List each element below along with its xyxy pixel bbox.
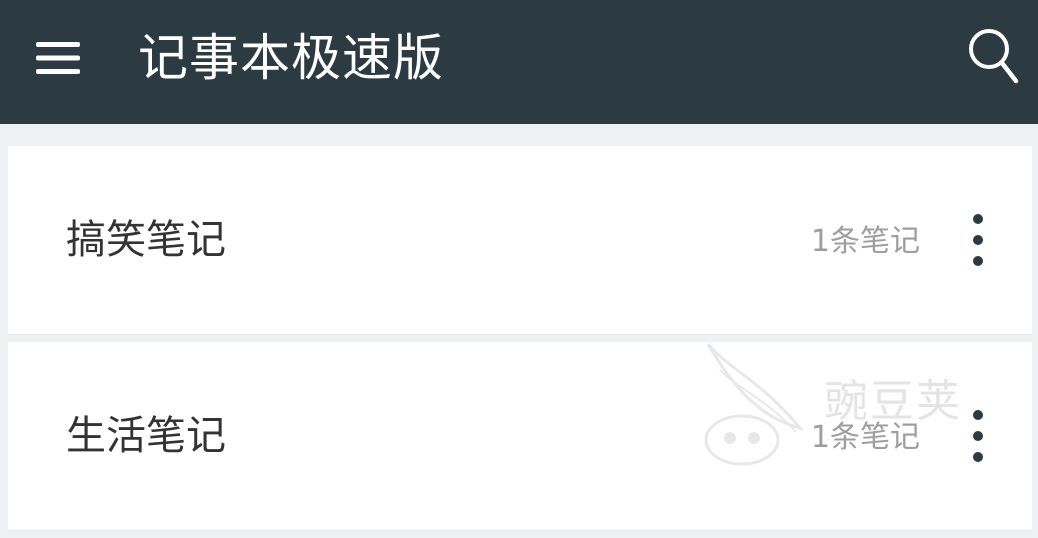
notebook-count: 1条笔记 (810, 420, 920, 455)
hamburger-menu-icon (36, 42, 80, 74)
more-options-button[interactable] (954, 202, 1002, 278)
notebook-list: 搞笑笔记 1条笔记 生活笔记 1条笔记 (8, 146, 1032, 538)
menu-button[interactable] (22, 22, 94, 94)
more-vertical-icon (973, 410, 983, 462)
app-title: 记事本极速版 (138, 29, 444, 87)
search-button[interactable] (962, 22, 1026, 90)
more-vertical-icon (973, 214, 983, 266)
notebook-card-funny[interactable]: 搞笑笔记 1条笔记 (8, 146, 1032, 334)
more-options-button[interactable] (954, 398, 1002, 474)
notebook-name: 生活笔记 (66, 413, 226, 459)
search-icon (969, 29, 1019, 84)
notebook-count: 1条笔记 (810, 224, 920, 259)
notebook-name: 搞笑笔记 (66, 217, 226, 263)
app-bar: 记事本极速版 (0, 0, 1038, 124)
notebook-card-life[interactable]: 生活笔记 1条笔记 (8, 342, 1032, 530)
